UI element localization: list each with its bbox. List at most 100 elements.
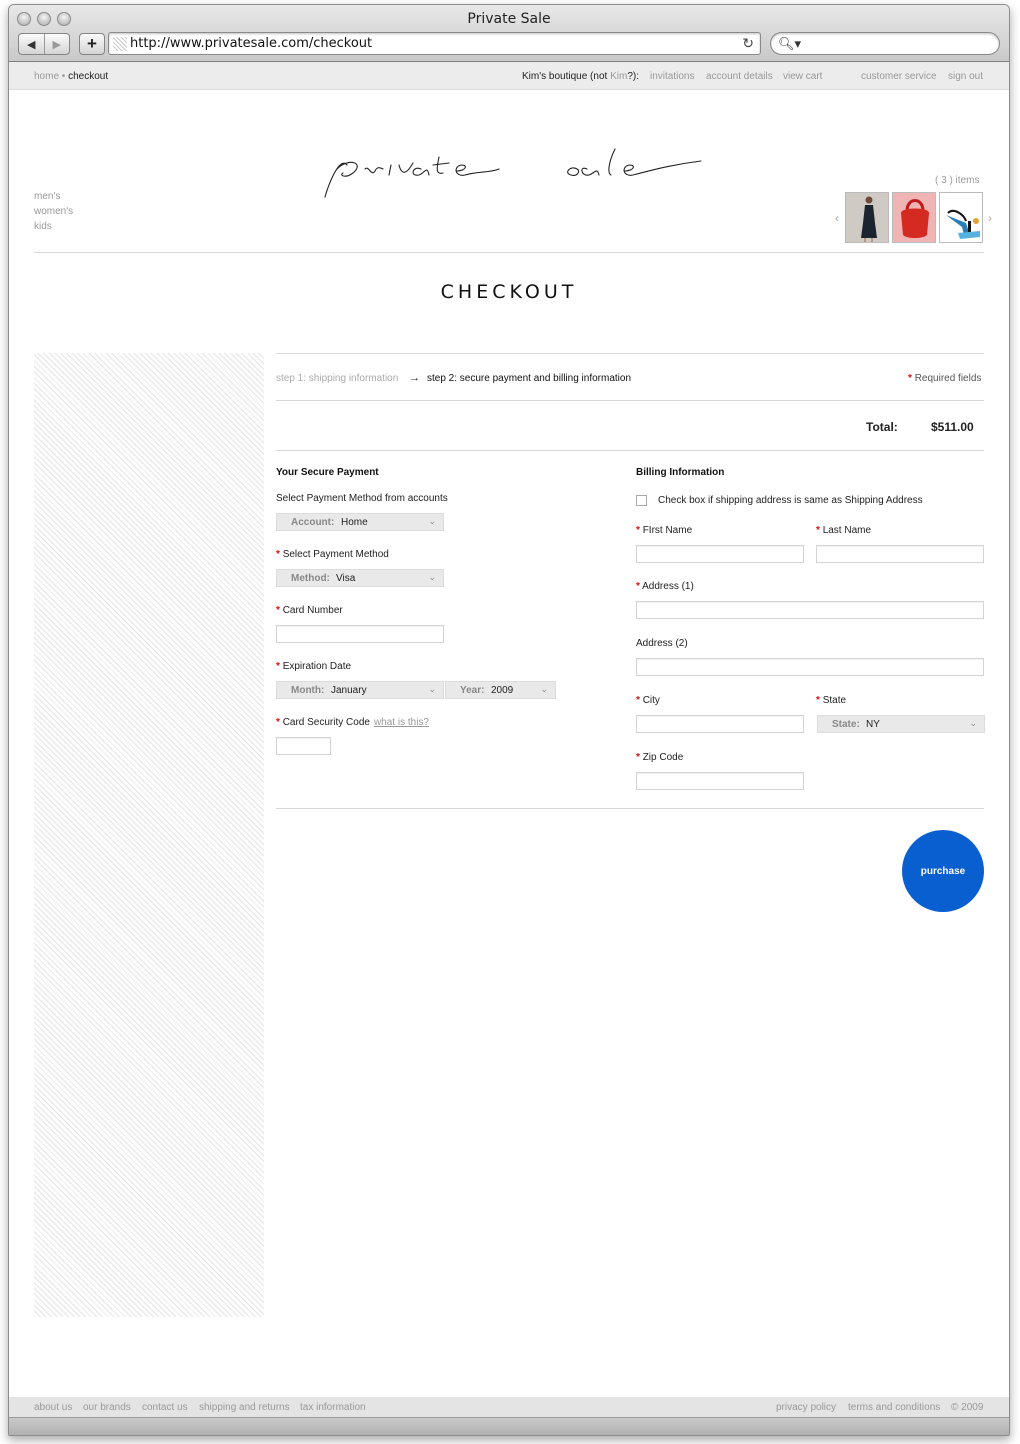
year-select-value: 2009 [491, 685, 514, 696]
required-star: * [636, 581, 640, 592]
chevron-down-icon: ⌄ [540, 684, 548, 694]
card-number-label-text: Card Number [282, 605, 343, 616]
search-icon: 🔍︎▾ [778, 36, 802, 51]
breadcrumb-home-link[interactable]: home [34, 71, 59, 82]
back-icon[interactable]: ◀ [19, 34, 44, 54]
chevron-down-icon: ⌄ [428, 684, 436, 694]
footer-privacy-policy-link[interactable]: privacy policy [776, 1402, 836, 1413]
account-details-link[interactable]: account details [706, 71, 773, 82]
header-divider [34, 252, 984, 253]
state-label-text: State [822, 695, 847, 706]
last-name-label: * Last Name [816, 525, 871, 536]
footer-tax-information-link[interactable]: tax information [300, 1402, 366, 1413]
state-select-prefix: State: [832, 719, 860, 730]
category-nav: men's women's kids [34, 189, 73, 234]
forward-icon[interactable]: ▶ [43, 34, 70, 54]
page-title: CHECKOUT [440, 281, 578, 303]
reload-icon[interactable]: ↻ [742, 35, 754, 52]
site-footer: about us our brands contact us shipping … [9, 1397, 1009, 1417]
address1-input[interactable] [636, 601, 984, 619]
customer-service-link[interactable]: customer service [861, 71, 937, 82]
security-code-label-text: Card Security Code [282, 717, 370, 728]
cart-thumbnail-heels[interactable] [939, 192, 983, 243]
state-select[interactable]: State: NY ⌄ [817, 715, 985, 733]
cart-thumbnail-dress[interactable] [845, 192, 889, 243]
private-sale-logo[interactable] [309, 135, 709, 207]
steps-bottom-divider [276, 400, 984, 401]
breadcrumb-separator: • [61, 71, 66, 82]
zip-label: * Zip Code [636, 752, 683, 763]
browser-window: Private Sale ◀ ▶ + http://www.privatesal… [8, 4, 1010, 1436]
first-name-label-text: FIrst Name [642, 525, 693, 536]
breadcrumb: home • checkout [34, 71, 108, 82]
footer-copyright: © 2009 [951, 1402, 984, 1413]
cart-items-count[interactable]: ( 3 ) items [935, 175, 979, 186]
footer-about-us-link[interactable]: about us [34, 1402, 72, 1413]
expiration-month-select[interactable]: Month: January ⌄ [276, 681, 444, 699]
required-star: * [276, 661, 280, 672]
total-value: $511.00 [931, 420, 974, 434]
zip-input[interactable] [636, 772, 804, 790]
favicon-icon [113, 37, 127, 51]
footer-our-brands-link[interactable]: our brands [83, 1402, 131, 1413]
sign-out-link[interactable]: sign out [948, 71, 983, 82]
cart-thumbnail-handbag[interactable] [892, 192, 936, 243]
address-bar[interactable]: http://www.privatesale.com/checkout ↻ [108, 32, 761, 55]
month-select-value: January [331, 685, 367, 696]
history-buttons: ◀ ▶ [18, 33, 70, 55]
address2-label: Address (2) [636, 638, 688, 649]
step-2-current: step 2: secure payment and billing infor… [427, 373, 632, 384]
same-address-label[interactable]: Check box if shipping address is same as… [658, 495, 923, 506]
nav-men[interactable]: men's [34, 189, 73, 204]
view-cart-link[interactable]: view cart [783, 71, 822, 82]
same-address-checkbox[interactable] [636, 495, 647, 506]
required-star: * [816, 695, 820, 706]
address2-input[interactable] [636, 658, 984, 676]
method-select-value: Visa [336, 573, 356, 584]
required-star: * [636, 752, 640, 763]
security-code-input[interactable] [276, 737, 331, 755]
total-label: Total: [866, 420, 898, 434]
chevron-down-icon: ⌄ [428, 572, 436, 582]
expiration-label: * Expiration Date [276, 661, 351, 672]
carousel-prev-icon[interactable]: ‹ [835, 211, 839, 225]
invitations-link[interactable]: invitations [650, 71, 694, 82]
card-number-input[interactable] [276, 625, 444, 643]
step-1-link[interactable]: step 1: shipping information [276, 373, 398, 384]
last-name-input[interactable] [816, 545, 984, 563]
browser-search-input[interactable]: 🔍︎▾ [770, 32, 1000, 55]
nav-women[interactable]: women's [34, 204, 73, 219]
nav-kids[interactable]: kids [34, 219, 73, 234]
boutique-switch-user-link[interactable]: Kim [610, 71, 627, 82]
footer-terms-link[interactable]: terms and conditions [848, 1402, 940, 1413]
url-text[interactable]: http://www.privatesale.com/checkout [130, 36, 372, 51]
expiration-year-select[interactable]: Year: 2009 ⌄ [445, 681, 556, 699]
boutique-prefix: Kim's boutique (not [522, 71, 611, 82]
steps-top-divider [276, 353, 984, 354]
footer-shipping-returns-link[interactable]: shipping and returns [199, 1402, 290, 1413]
billing-section-title: Billing Information [636, 467, 725, 478]
browser-toolbar: Private Sale ◀ ▶ + http://www.privatesal… [9, 5, 1009, 62]
window-title: Private Sale [467, 11, 551, 27]
zip-label-text: Zip Code [642, 752, 684, 763]
required-star: * [636, 695, 640, 706]
carousel-next-icon[interactable]: › [988, 211, 992, 225]
security-code-label: * Card Security Code what is this? [276, 717, 429, 728]
footer-contact-us-link[interactable]: contact us [142, 1402, 188, 1413]
method-select-prefix: Method: [291, 573, 330, 584]
account-select[interactable]: Account: Home ⌄ [276, 513, 444, 531]
accounts-label: Select Payment Method from accounts [276, 493, 448, 504]
city-input[interactable] [636, 715, 804, 733]
state-select-value: NY [866, 719, 880, 730]
what-is-this-link[interactable]: what is this? [374, 717, 429, 728]
first-name-input[interactable] [636, 545, 804, 563]
purchase-button[interactable]: purchase [902, 830, 984, 912]
form-bottom-divider [276, 808, 984, 809]
required-star: * [908, 373, 912, 384]
add-bookmark-button[interactable]: + [79, 33, 105, 55]
account-select-prefix: Account: [291, 517, 335, 528]
payment-method-select[interactable]: Method: Visa ⌄ [276, 569, 444, 587]
payment-section-title: Your Secure Payment [276, 467, 379, 478]
boutique-suffix: ?): [627, 71, 639, 82]
first-name-label: * FIrst Name [636, 525, 692, 536]
